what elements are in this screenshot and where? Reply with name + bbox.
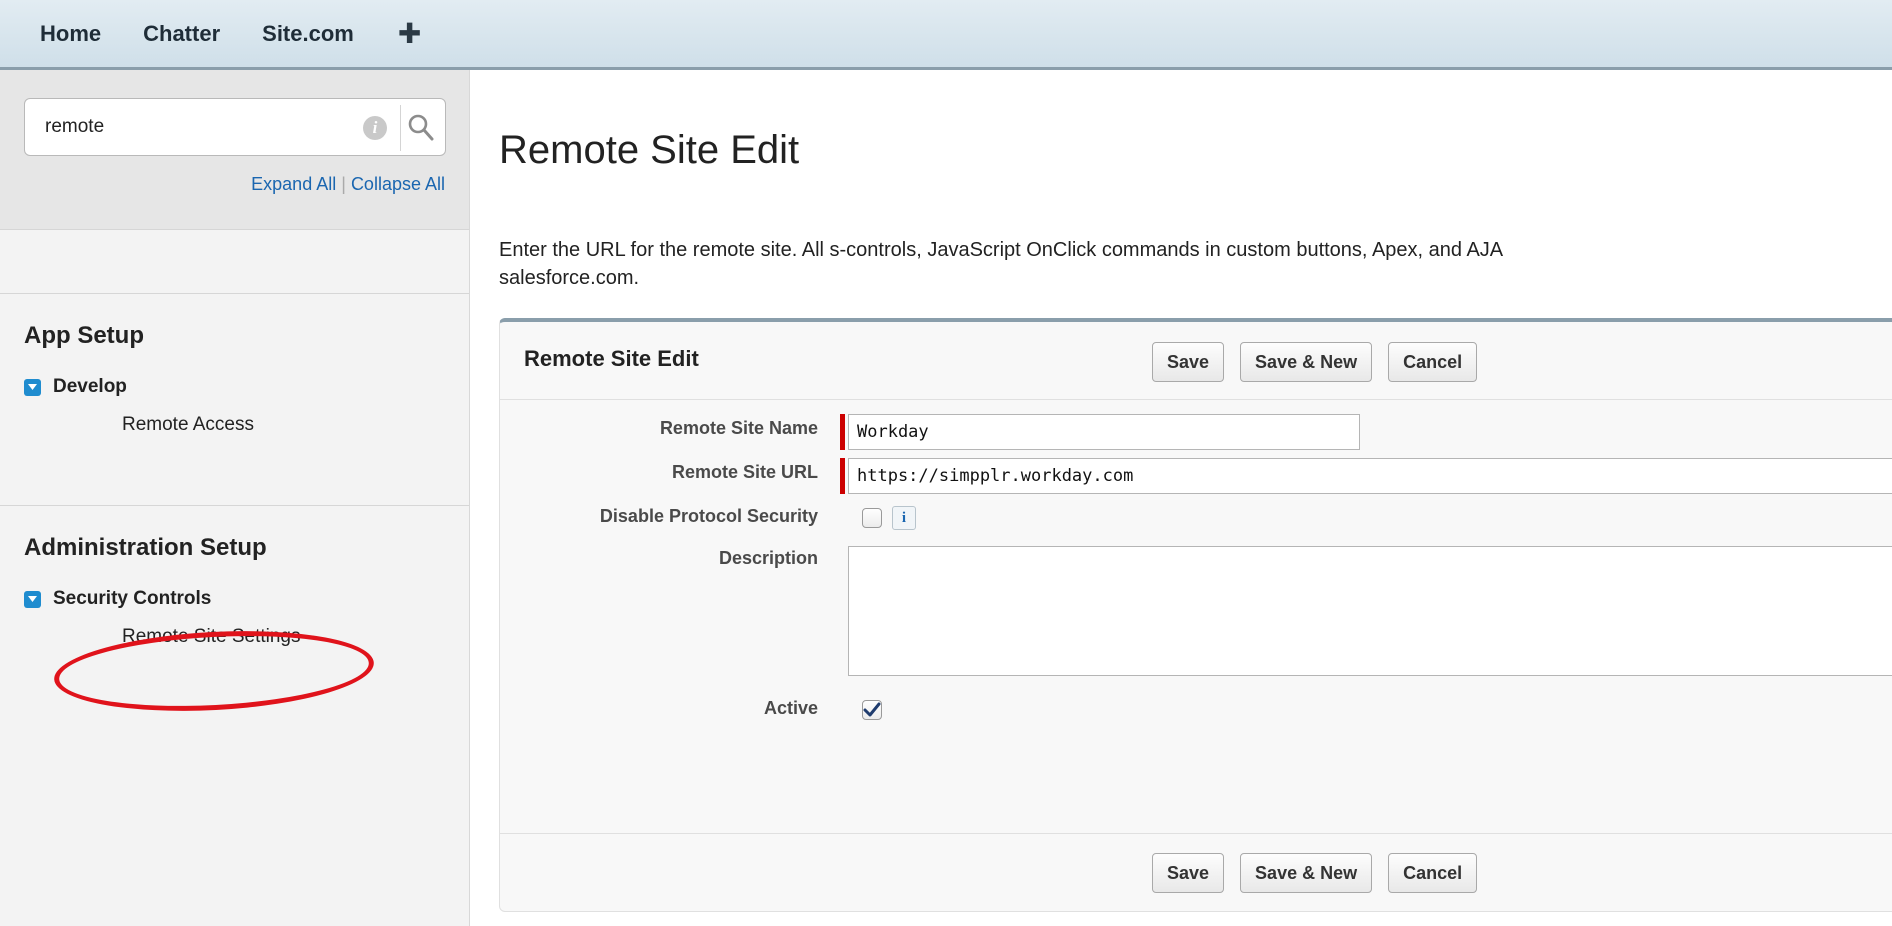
- tab-site-com[interactable]: Site.com: [262, 21, 354, 47]
- description-textarea[interactable]: [848, 546, 1892, 676]
- disable-protocol-security-checkbox[interactable]: [862, 508, 882, 528]
- form-row-disable-protocol-security: Disable Protocol Security i: [500, 502, 1892, 538]
- description-label: Description: [718, 548, 818, 568]
- expand-collapse-links: Expand All | Collapse All: [24, 174, 445, 195]
- link-separator: |: [341, 174, 346, 194]
- collapse-toggle-icon[interactable]: [24, 378, 41, 396]
- save-and-new-button[interactable]: Save & New: [1240, 853, 1373, 893]
- remote-site-url-input[interactable]: [848, 458, 1892, 494]
- save-button[interactable]: Save: [1152, 342, 1225, 382]
- panel-footer: Save Save & New Cancel: [500, 833, 1892, 911]
- main-content: Remote Site Edit Enter the URL for the r…: [471, 70, 1892, 926]
- top-button-row: Save Save & New Cancel: [1152, 342, 1478, 382]
- disable-protocol-security-label: Disable Protocol Security: [599, 506, 818, 526]
- form-row-description: Description: [500, 546, 1892, 686]
- section-title-administration-setup: Administration Setup: [24, 534, 267, 561]
- remote-site-url-label: Remote Site URL: [671, 462, 818, 482]
- quick-find-input[interactable]: [25, 99, 345, 155]
- page-title: Remote Site Edit: [499, 128, 800, 172]
- setup-sidebar: i Expand All | Collapse All App Setup De: [0, 70, 470, 926]
- app-window: Home Chatter Site.com ✚ i Expand All | C…: [0, 0, 1892, 926]
- info-icon[interactable]: i: [363, 116, 387, 140]
- cancel-button[interactable]: Cancel: [1388, 853, 1478, 893]
- sidebar-search-area: i Expand All | Collapse All: [0, 70, 469, 230]
- tree-node-label: Develop: [53, 376, 127, 397]
- required-indicator: [840, 414, 845, 450]
- app-setup-section: App Setup Develop Remote Access: [0, 294, 469, 506]
- collapse-toggle-icon[interactable]: [24, 590, 41, 608]
- required-indicator: [840, 458, 845, 494]
- form-row-remote-site-url: Remote Site URL: [500, 456, 1892, 496]
- cancel-button[interactable]: Cancel: [1388, 342, 1478, 382]
- top-nav: Home Chatter Site.com ✚: [0, 0, 1892, 70]
- section-title-app-setup: App Setup: [24, 322, 144, 349]
- tab-chatter[interactable]: Chatter: [143, 21, 220, 47]
- remote-site-name-input[interactable]: [848, 414, 1360, 450]
- search-divider: [400, 105, 401, 151]
- form-row-active: Active: [500, 694, 1892, 730]
- search-icon[interactable]: [407, 113, 435, 143]
- plus-icon[interactable]: ✚: [398, 17, 421, 50]
- help-info-icon[interactable]: i: [892, 506, 916, 530]
- active-checkbox[interactable]: [862, 700, 882, 720]
- remote-site-name-label: Remote Site Name: [659, 418, 818, 438]
- sidebar-spacer: [0, 230, 469, 294]
- tree-node-security-controls[interactable]: Security Controls: [24, 588, 469, 610]
- bottom-button-row: Save Save & New Cancel: [1152, 853, 1478, 893]
- tree-node-label: Security Controls: [53, 588, 212, 609]
- description-line: Enter the URL for the remote site. All s…: [499, 239, 1504, 261]
- tree-node-develop[interactable]: Develop: [24, 376, 469, 398]
- quick-find-box: i: [24, 98, 446, 156]
- panel-header: Remote Site Edit Save Save & New Cancel: [500, 322, 1892, 400]
- checkmark-icon: [863, 702, 881, 717]
- save-and-new-button[interactable]: Save & New: [1240, 342, 1373, 382]
- form-row-remote-site-name: Remote Site Name: [500, 412, 1892, 452]
- active-label: Active: [763, 698, 818, 718]
- edit-panel: Remote Site Edit Save Save & New Cancel …: [499, 318, 1892, 912]
- tab-home[interactable]: Home: [40, 21, 101, 47]
- save-button[interactable]: Save: [1152, 853, 1225, 893]
- administration-setup-section: Administration Setup Security Controls R…: [0, 506, 469, 648]
- collapse-all-link[interactable]: Collapse All: [351, 174, 445, 194]
- expand-all-link[interactable]: Expand All: [251, 174, 336, 194]
- page-description: Enter the URL for the remote site. All s…: [499, 236, 1892, 292]
- sidebar-item-remote-access[interactable]: Remote Access: [24, 414, 469, 436]
- panel-title: Remote Site Edit: [524, 346, 699, 371]
- description-line: salesforce.com.: [499, 267, 640, 289]
- sidebar-item-remote-site-settings[interactable]: Remote Site Settings: [24, 626, 469, 648]
